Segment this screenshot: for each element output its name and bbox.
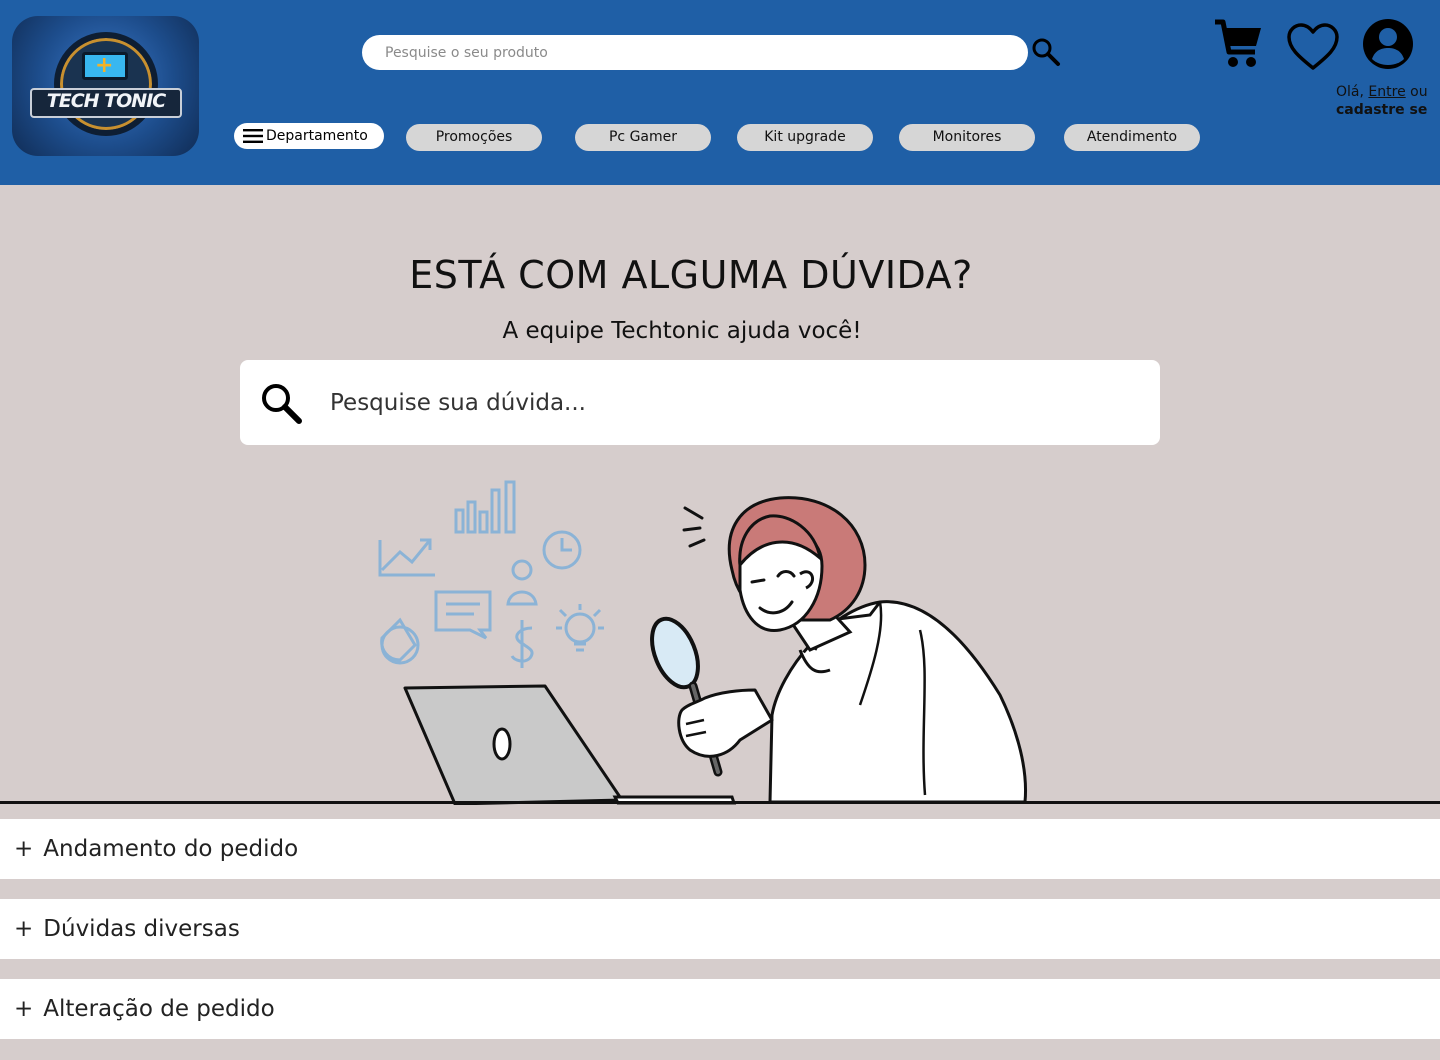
heart-icon[interactable]	[1286, 22, 1340, 72]
expand-plus-icon: +	[14, 916, 34, 942]
faq-item-label: Alteração de pedido	[43, 996, 275, 1022]
login-greeting: Olá, Entre ou cadastre se	[1336, 83, 1440, 119]
user-icon[interactable]	[1362, 18, 1414, 70]
hamburger-menu-icon	[243, 129, 263, 143]
support-illustration	[378, 480, 1027, 805]
nav-kit-upgrade[interactable]: Kit upgrade	[737, 124, 873, 151]
greeting-or: ou	[1410, 84, 1428, 100]
nav-promocoes[interactable]: Promoções	[406, 124, 542, 151]
search-icon	[262, 384, 302, 424]
signup-link[interactable]: cadastre se	[1336, 102, 1427, 118]
cart-icon[interactable]	[1213, 18, 1263, 70]
nav-monitores[interactable]: Monitores	[899, 124, 1035, 151]
logo-plus-icon: +	[95, 53, 114, 78]
product-search-field[interactable]	[362, 35, 1028, 70]
department-label: Departamento	[266, 128, 368, 144]
techtonic-logo[interactable]: + TECH TONIC	[12, 16, 199, 156]
page-title: ESTÁ COM ALGUMA DÚVIDA?	[409, 253, 973, 297]
faq-search-input[interactable]	[330, 360, 1130, 445]
illustration-baseline	[0, 801, 1440, 804]
page-subtitle: A equipe Techtonic ajuda você!	[502, 318, 862, 344]
faq-item-andamento[interactable]: + Andamento do pedido	[0, 819, 1440, 879]
expand-plus-icon: +	[14, 996, 34, 1022]
login-link[interactable]: Entre	[1368, 84, 1405, 100]
faq-item-duvidas[interactable]: + Dúvidas diversas	[0, 899, 1440, 959]
greeting-prefix: Olá,	[1336, 84, 1364, 100]
faq-item-alteracao[interactable]: + Alteração de pedido	[0, 979, 1440, 1039]
faq-item-label: Andamento do pedido	[43, 836, 299, 862]
expand-plus-icon: +	[14, 836, 34, 862]
logo-text: TECH TONIC	[46, 90, 166, 112]
department-menu-button[interactable]: Departamento	[234, 123, 384, 149]
search-icon[interactable]	[1030, 36, 1062, 68]
faq-search-box[interactable]	[240, 360, 1160, 445]
nav-pc-gamer[interactable]: Pc Gamer	[575, 124, 711, 151]
nav-atendimento[interactable]: Atendimento	[1064, 124, 1200, 151]
faq-item-label: Dúvidas diversas	[43, 916, 240, 942]
product-search-input[interactable]	[362, 35, 1028, 70]
logo-emblem	[54, 32, 158, 136]
site-header: + TECH TONIC Olá, Entre ou cadastre se	[0, 0, 1440, 185]
